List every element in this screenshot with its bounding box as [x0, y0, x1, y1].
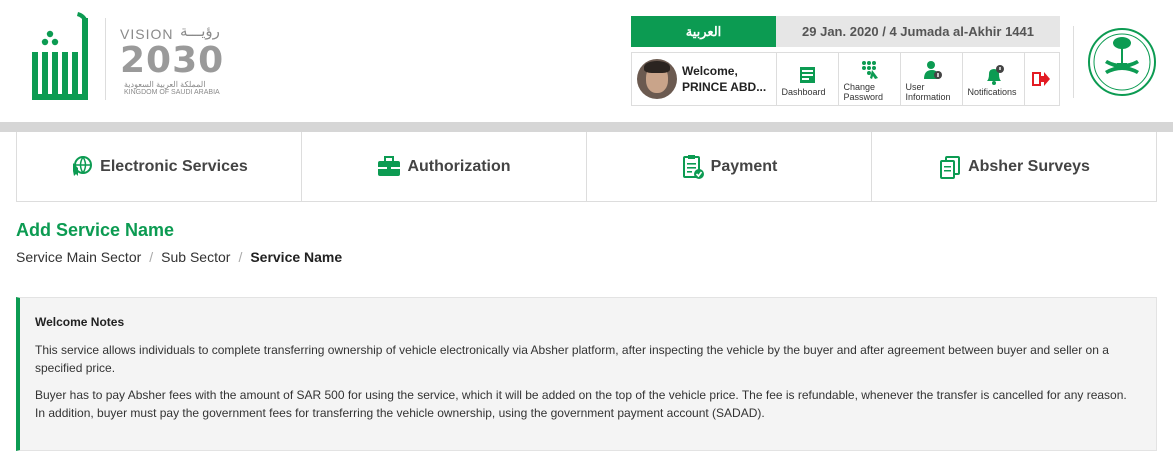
breadcrumb-current: Service Name: [250, 249, 343, 265]
nav-authorization[interactable]: Authorization: [302, 132, 587, 201]
surveys-icon: [940, 155, 961, 179]
notifications-button[interactable]: Notifications: [963, 53, 1025, 105]
vision-2030-logo: VISION رؤيـــة 2030 المملكة العربية السع…: [120, 22, 240, 102]
date-display: 29 Jan. 2020 / 4 Jumada al-Akhir 1441: [776, 16, 1060, 47]
change-password-button[interactable]: Change Password: [839, 53, 901, 105]
absher-logo[interactable]: [28, 10, 98, 104]
emblem-divider: [1073, 26, 1074, 98]
saudi-emblem-icon: [1088, 28, 1156, 96]
language-toggle-button[interactable]: العربية: [631, 16, 776, 47]
user-name: PRINCE ABD...: [682, 80, 767, 94]
payment-clipboard-icon: [682, 154, 704, 179]
nav-label: Authorization: [407, 157, 511, 175]
user-information-button[interactable]: User Information: [901, 53, 963, 105]
vision-sub-arabic: المملكة العربية السعودية: [124, 80, 206, 89]
breadcrumb-sub-sector[interactable]: Sub Sector: [161, 249, 230, 265]
welcome-label: Welcome,: [682, 64, 738, 78]
vision-year: 2030: [120, 40, 225, 81]
breadcrumb: Service Main Sector / Sub Sector / Service N…: [16, 249, 342, 265]
change-password-label: Change Password: [843, 82, 884, 102]
nav-label: Payment: [710, 157, 778, 175]
nav-payment[interactable]: Payment: [587, 132, 872, 201]
logout-button[interactable]: [1025, 53, 1057, 105]
nav-label: Absher Surveys: [968, 157, 1090, 175]
bell-icon: [986, 65, 1004, 85]
nav-electronic-services[interactable]: Electronic Services: [17, 132, 302, 201]
breadcrumb-separator: /: [238, 249, 243, 265]
briefcase-icon: [378, 155, 401, 176]
dashboard-label: Dashboard: [781, 87, 826, 97]
keypad-icon: [861, 61, 878, 79]
vision-sub-english: KINGDOM OF SAUDI ARABIA: [124, 89, 220, 96]
main-nav: Electronic Services Authorization Paymen…: [16, 132, 1157, 202]
vision-arabic-label: رؤيـــة: [180, 23, 220, 40]
notifications-label: Notifications: [967, 87, 1017, 97]
breadcrumb-main-sector[interactable]: Service Main Sector: [16, 249, 141, 265]
nav-absher-surveys[interactable]: Absher Surveys: [872, 132, 1156, 201]
notes-title: Welcome Notes: [35, 315, 125, 329]
avatar: [637, 59, 677, 99]
dashboard-icon: [799, 67, 815, 83]
header: VISION رؤيـــة 2030 المملكة العربية السع…: [0, 0, 1173, 122]
page-title: Add Service Name: [16, 220, 175, 240]
user-info-icon: [923, 61, 942, 79]
logout-icon: [1032, 72, 1050, 86]
breadcrumb-separator: /: [149, 249, 154, 265]
user-greeting: Welcome, PRINCE ABD...: [632, 53, 777, 105]
dashboard-button[interactable]: Dashboard: [777, 53, 839, 105]
nav-label: Electronic Services: [100, 157, 248, 175]
welcome-notes-panel: Welcome Notes This service allows indivi…: [16, 297, 1157, 451]
notes-paragraph: This service allows individuals to compl…: [35, 343, 1109, 375]
user-information-label: User Information: [905, 82, 951, 102]
electronic-services-icon: [73, 155, 93, 176]
header-separator: [0, 122, 1173, 132]
user-toolbar: Welcome, PRINCE ABD... Dashboard Change …: [631, 52, 1060, 106]
logo-divider: [105, 18, 106, 100]
notes-paragraph: Buyer has to pay Absher fees with the am…: [35, 388, 1127, 420]
